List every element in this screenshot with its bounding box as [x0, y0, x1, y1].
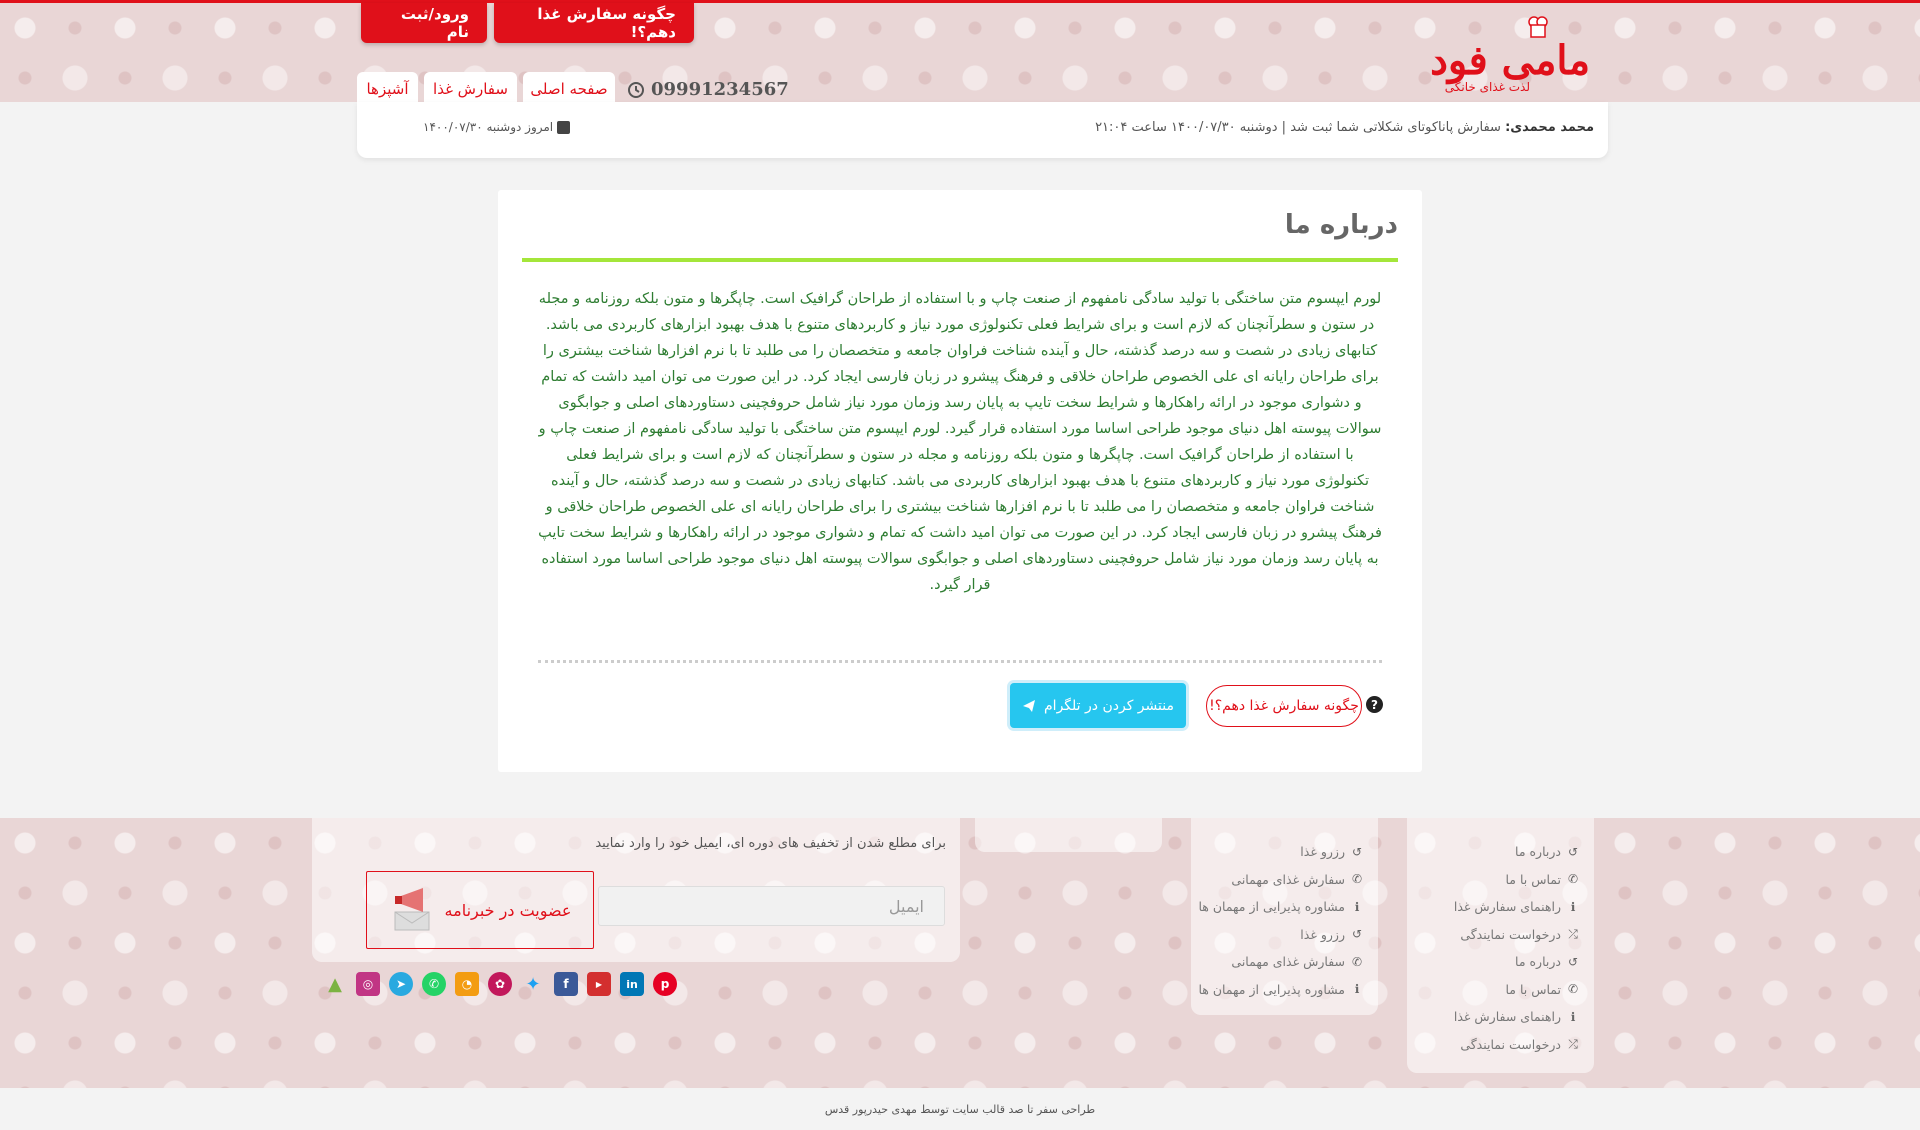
youtube-icon[interactable]: ▶ — [587, 972, 611, 996]
subscribe-newsletter-button[interactable]: عضویت در خبرنامه — [366, 871, 594, 949]
nav-tab-order-food[interactable]: سفارش غذا — [424, 72, 517, 106]
footer-link-label: راهنمای سفارش غذا — [1453, 899, 1561, 915]
nav-tab-home[interactable]: صفحه اصلی — [523, 72, 615, 106]
logo-subtext: لذت غذای خانگی — [1444, 80, 1530, 94]
nav-tab-chefs[interactable]: آشپزها — [357, 72, 418, 106]
phone-icon: ✆ — [1567, 982, 1579, 997]
about-card: درباره ما لورم ایپسوم متن ساختگی با تولی… — [498, 190, 1422, 772]
footer: ↺ درباره ما ✆ تماس با ما ℹ راهنمای سفارش غذا ⤮… — [0, 818, 1920, 1088]
footer-link[interactable]: ✆ سفارش غذای مهمانی — [1191, 866, 1364, 894]
pinterest-icon[interactable]: p — [653, 972, 677, 996]
footer-link-label: درخواست نمایندگی — [1460, 926, 1561, 942]
telegram-icon[interactable]: ➤ — [389, 972, 413, 996]
phone-number: 09991234567 — [627, 79, 789, 100]
copyright-bar: طراحی سفر تا صد قالب سایت توسط مهدی حیدر… — [0, 1088, 1920, 1130]
footer-links-column-1: ↺ درباره ما ✆ تماس با ما ℹ راهنمای سفارش غذا ⤮… — [1407, 818, 1594, 1073]
footer-link-label: درخواست نمایندگی — [1460, 1036, 1561, 1052]
newsletter-text: برای مطلع شدن از تخفیف های دوره ای، ایمی… — [595, 836, 946, 851]
social-links: ▲ ◎ ➤ ✆ ◔ ✿ ✦ f ▶ in p — [323, 972, 677, 996]
footer-link-label: تماس با ما — [1505, 871, 1561, 887]
footer-link-label: درباره ما — [1515, 954, 1561, 970]
megaphone-icon — [394, 888, 430, 931]
footer-link-label: مشاوره پذیرایی از مهمان ها — [1198, 899, 1345, 915]
footer-link-label: رزرو غذا — [1300, 844, 1345, 860]
facebook-icon[interactable]: f — [554, 972, 578, 996]
login-register-button[interactable]: ورود/ثبت نام — [361, 3, 487, 43]
info-icon: ℹ — [1354, 899, 1360, 914]
today-text: امروز دوشنبه ۱۴۰۰/۰۷/۳۰ — [423, 120, 554, 134]
copyright-text: طراحی سفر تا صد قالب سایت توسط مهدی حیدر… — [824, 1102, 1096, 1116]
footer-link-label: سفارش غذای مهمانی — [1231, 954, 1345, 970]
instagram-icon[interactable]: ◎ — [356, 972, 380, 996]
history-icon: ↺ — [1567, 954, 1579, 969]
ticker-text: سفارش پاناکوتای شکلاتی شما ثبت شد | دوشن… — [1095, 120, 1501, 135]
info-icon: ℹ — [1570, 1009, 1576, 1024]
footer-link[interactable]: ℹ مشاوره پذیرایی از مهمان ها — [1191, 893, 1364, 921]
footer-link[interactable]: ↺ درباره ما — [1407, 948, 1580, 976]
subscribe-label: عضویت در خبرنامه — [444, 900, 572, 920]
footer-links-column-2: ↺ رزرو غذا ✆ سفارش غذای مهمانی ℹ مشاوره پذیرا… — [1191, 818, 1378, 1015]
today-date: امروز دوشنبه ۱۴۰۰/۰۷/۳۰ — [423, 120, 571, 134]
footer-link-label: تماس با ما — [1505, 981, 1561, 997]
rss-icon[interactable]: ◔ — [455, 972, 479, 996]
site-logo[interactable]: مامی فود لذت غذای خانگی — [1375, 15, 1590, 97]
shuffle-icon: ⤮ — [1568, 1036, 1578, 1051]
page-title: درباره ما — [1284, 210, 1398, 240]
telegram-icon — [1023, 699, 1036, 712]
title-divider — [522, 258, 1398, 262]
phone-text: 09991234567 — [651, 79, 789, 100]
newsletter-box: برای مطلع شدن از تخفیف های دوره ای، ایمی… — [312, 818, 960, 962]
share-telegram-button[interactable]: منتشر کردن در تلگرام — [1010, 683, 1186, 728]
whatsapp-icon[interactable]: ✆ — [422, 972, 446, 996]
history-icon: ↺ — [1351, 844, 1363, 859]
info-icon: ℹ — [1354, 982, 1360, 997]
share-telegram-label: منتشر کردن در تلگرام — [1044, 697, 1174, 714]
footer-link-label: راهنمای سفارش غذا — [1453, 1009, 1561, 1025]
footer-link[interactable]: ℹ مشاوره پذیرایی از مهمان ها — [1191, 976, 1364, 1004]
footer-link-label: درباره ما — [1515, 844, 1561, 860]
footer-link[interactable]: ↺ درباره ما — [1407, 838, 1580, 866]
history-icon — [628, 81, 644, 98]
how-to-order-top-button[interactable]: چگونه سفارش غذا دهم؟! — [494, 3, 694, 43]
footer-link[interactable]: ✆ سفارش غذای مهمانی — [1191, 948, 1364, 976]
ticker-author: محمد محمدی: — [1505, 120, 1594, 135]
phone-icon: ✆ — [1351, 954, 1363, 969]
how-to-order-button[interactable]: چگونه سفارش غذا دهم؟! — [1206, 685, 1362, 727]
flickr-icon[interactable]: ✿ — [488, 972, 512, 996]
android-icon[interactable]: ▲ — [323, 972, 347, 996]
footer-link[interactable]: ↺ رزرو غذا — [1191, 921, 1364, 949]
header: ورود/ثبت نام چگونه سفارش غذا دهم؟! مامی … — [0, 0, 1920, 106]
linkedin-icon[interactable]: in — [620, 972, 644, 996]
latest-order-ticker: محمد محمدی: سفارش پاناکوتای شکلاتی شما ث… — [1095, 120, 1594, 135]
footer-link[interactable]: ℹ راهنمای سفارش غذا — [1407, 1003, 1580, 1031]
twitter-icon[interactable]: ✦ — [521, 972, 545, 996]
footer-empty-box — [975, 818, 1162, 852]
footer-link[interactable]: ✆ تماس با ما — [1407, 976, 1580, 1004]
info-bar: محمد محمدی: سفارش پاناکوتای شکلاتی شما ث… — [357, 102, 1608, 158]
footer-link[interactable]: ⤮ درخواست نمایندگی — [1407, 1031, 1580, 1059]
history-icon: ↺ — [1351, 927, 1363, 942]
phone-icon: ✆ — [1351, 872, 1363, 887]
email-field[interactable] — [598, 886, 945, 926]
history-icon: ↺ — [1567, 844, 1579, 859]
about-body-text: لورم ایپسوم متن ساختگی با تولید سادگی نا… — [538, 291, 1382, 593]
footer-link[interactable]: ℹ راهنمای سفارش غذا — [1407, 893, 1580, 921]
shuffle-icon: ⤮ — [1568, 926, 1578, 941]
footer-link[interactable]: ✆ تماس با ما — [1407, 866, 1580, 894]
logo-text: مامی فود — [1430, 37, 1590, 84]
dotted-divider — [538, 660, 1382, 663]
info-icon: ℹ — [1570, 899, 1576, 914]
footer-link-label: سفارش غذای مهمانی — [1231, 871, 1345, 887]
footer-link[interactable]: ↺ رزرو غذا — [1191, 838, 1364, 866]
footer-link-label: مشاوره پذیرایی از مهمان ها — [1198, 981, 1345, 997]
phone-icon: ✆ — [1567, 872, 1579, 887]
question-circle-icon: ? — [1366, 696, 1383, 713]
footer-link-label: رزرو غذا — [1300, 926, 1345, 942]
calendar-icon — [557, 120, 571, 134]
footer-link[interactable]: ⤮ درخواست نمایندگی — [1407, 921, 1580, 949]
